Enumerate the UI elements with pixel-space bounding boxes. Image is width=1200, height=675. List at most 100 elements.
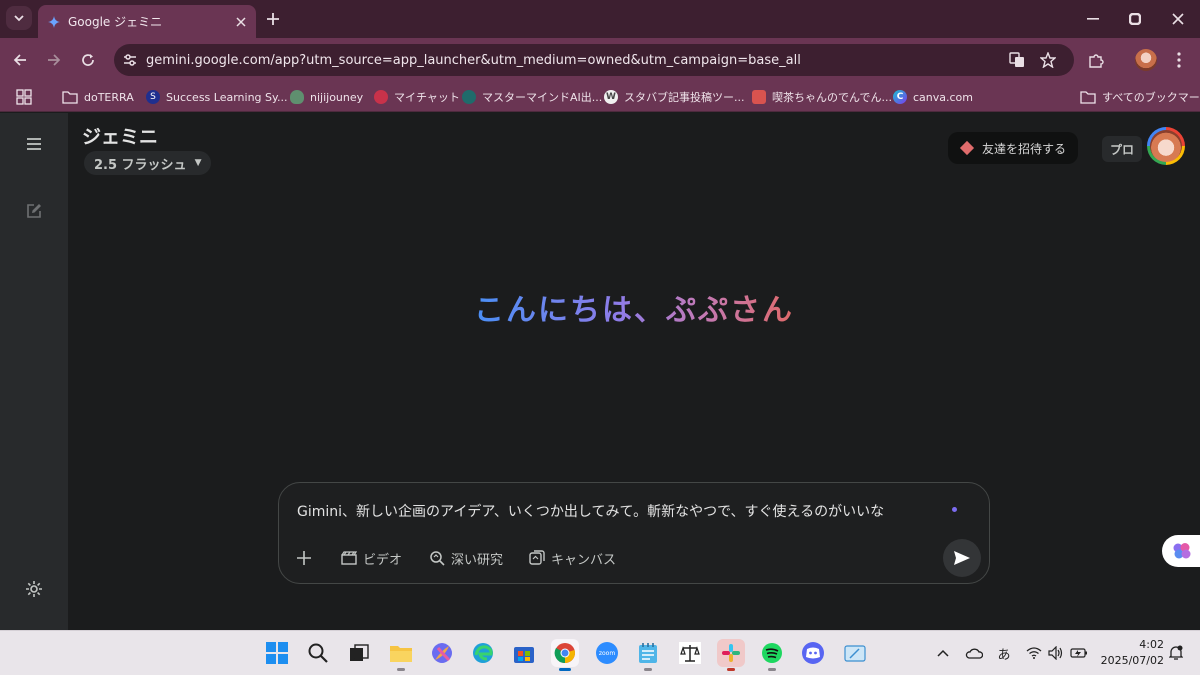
- extensions-button[interactable]: [1085, 49, 1107, 71]
- video-clapper-icon: [341, 551, 357, 565]
- caret-down-icon: ▼: [194, 158, 202, 168]
- reload-icon: [82, 54, 94, 66]
- speaker-icon: [1048, 646, 1063, 660]
- puzzle-icon: [1089, 54, 1104, 68]
- battery-button[interactable]: [1068, 643, 1090, 663]
- svg-text:zoom: zoom: [599, 650, 615, 657]
- bookmark-my-chat[interactable]: マイチャット: [374, 87, 460, 107]
- ime-indicator[interactable]: あ: [993, 643, 1015, 663]
- tax-app-button[interactable]: [676, 639, 704, 667]
- back-button[interactable]: [8, 48, 32, 72]
- profile-button[interactable]: [1135, 49, 1157, 71]
- bookmark-label: 喫茶ちゃんのでんでん...: [772, 91, 892, 104]
- task-view-button[interactable]: [345, 639, 373, 667]
- url-text: gemini.google.com/app?utm_source=app_lau…: [146, 52, 801, 68]
- close-icon: [1172, 13, 1184, 25]
- running-indicator: [727, 668, 735, 671]
- all-bookmarks-folder[interactable]: すべてのブックマーク: [1080, 87, 1200, 107]
- spotify-button[interactable]: [758, 639, 786, 671]
- snipping-icon: [844, 645, 866, 662]
- clock-date: 2025/07/02: [1100, 654, 1164, 667]
- taskbar-search-button[interactable]: [304, 639, 332, 667]
- account-avatar[interactable]: [1147, 127, 1185, 165]
- site-settings-icon[interactable]: [122, 52, 138, 68]
- more-vertical-icon: [1177, 52, 1181, 68]
- apps-grid-button[interactable]: [16, 87, 32, 107]
- active-indicator: [559, 668, 571, 671]
- minimize-icon: [1087, 18, 1099, 20]
- bookmark-label: canva.com: [913, 90, 974, 104]
- greeting: こんにちは、ぷぷさん: [68, 285, 1200, 329]
- pro-badge[interactable]: プロ: [1102, 136, 1142, 162]
- cafe-icon: [752, 90, 766, 104]
- forward-button[interactable]: [42, 48, 66, 72]
- start-button[interactable]: [263, 639, 291, 667]
- menu-icon: [27, 138, 41, 150]
- arrow-right-icon: [48, 54, 61, 66]
- edge-button[interactable]: [469, 639, 497, 667]
- canvas-label: キャンバス: [551, 552, 617, 568]
- typing-indicator-dot: [952, 507, 957, 512]
- restore-button[interactable]: [1120, 6, 1150, 32]
- tab-gemini[interactable]: Google ジェミニ: [38, 5, 256, 38]
- nijijourney-icon: [290, 90, 304, 104]
- video-tool-button[interactable]: ビデオ: [341, 547, 402, 569]
- floating-extension-button[interactable]: [1162, 535, 1200, 567]
- file-explorer-button[interactable]: [387, 639, 415, 671]
- bookmark-label: Success Learning Sy...: [166, 90, 288, 104]
- close-icon[interactable]: [236, 16, 246, 27]
- wifi-button[interactable]: [1024, 643, 1044, 663]
- apps-grid-icon: [16, 89, 32, 105]
- taskbar-clock[interactable]: 4:02 2025/07/02: [1098, 637, 1164, 669]
- discord-button[interactable]: [799, 639, 827, 667]
- bookmark-success-learning[interactable]: S Success Learning Sy...: [146, 87, 287, 107]
- volume-button[interactable]: [1046, 643, 1066, 663]
- address-bar[interactable]: gemini.google.com/app?utm_source=app_lau…: [114, 44, 1074, 76]
- translate-button[interactable]: [1008, 51, 1026, 69]
- bookmark-cafe[interactable]: 喫茶ちゃんのでんでん...: [752, 87, 892, 107]
- prompt-composer[interactable]: Gimini、新しい企画のアイデア、いくつか出してみて。斬新なやつで、すぐ使える…: [278, 482, 990, 584]
- close-window-button[interactable]: [1163, 6, 1193, 32]
- settings-button[interactable]: [22, 577, 46, 601]
- canvas-icon: [529, 550, 545, 565]
- tab-search-button[interactable]: [6, 6, 32, 30]
- minimize-button[interactable]: [1078, 6, 1108, 32]
- show-hidden-icons-button[interactable]: [934, 643, 952, 663]
- sidebar: [0, 113, 68, 630]
- bookmark-nijijourney[interactable]: nijijouney: [290, 87, 363, 107]
- bookmark-star-button[interactable]: [1039, 51, 1057, 69]
- bookmark-doterra[interactable]: doTERRA: [62, 87, 134, 107]
- prompt-input[interactable]: Gimini、新しい企画のアイデア、いくつか出してみて。斬新なやつで、すぐ使える…: [297, 501, 884, 521]
- browser-menu-button[interactable]: [1168, 49, 1190, 71]
- invite-friends-button[interactable]: 友達を招待する: [948, 132, 1078, 164]
- translate-icon: [1009, 52, 1024, 67]
- canva-icon: C: [893, 90, 907, 104]
- slack-button[interactable]: [717, 639, 745, 671]
- zoom-button[interactable]: zoom: [593, 639, 621, 667]
- new-chat-button[interactable]: [22, 199, 46, 223]
- greeting-text: こんにちは、ぷぷさん: [474, 293, 794, 328]
- snipping-tool-button[interactable]: [841, 639, 869, 667]
- notification-button[interactable]: [1166, 643, 1186, 663]
- onedrive-button[interactable]: [962, 643, 986, 663]
- edit-icon: [27, 204, 41, 218]
- deep-research-button[interactable]: 深い研究: [429, 547, 503, 569]
- bookmark-mastermind[interactable]: マスターマインドAI出...: [462, 87, 602, 107]
- notepad-button[interactable]: [634, 639, 662, 671]
- tab-strip: Google ジェミニ: [0, 0, 1200, 38]
- reload-button[interactable]: [76, 48, 100, 72]
- send-button[interactable]: [943, 539, 981, 577]
- add-attachment-button[interactable]: [297, 547, 317, 569]
- model-label: 2.5 フラッシュ: [94, 157, 187, 173]
- bookmark-canva[interactable]: C canva.com: [893, 87, 973, 107]
- store-button[interactable]: [510, 639, 538, 667]
- new-tab-button[interactable]: [262, 8, 284, 30]
- s-logo-icon: S: [146, 90, 160, 104]
- chrome-button[interactable]: [551, 639, 579, 671]
- model-selector[interactable]: 2.5 フラッシュ ▼: [84, 151, 212, 175]
- bookmark-wordpress[interactable]: W スタバブ記事投稿ツー...: [604, 87, 745, 107]
- tab-title: Google ジェミニ: [68, 15, 163, 29]
- copilot-button[interactable]: [428, 639, 456, 667]
- canvas-tool-button[interactable]: キャンバス: [529, 547, 616, 569]
- menu-button[interactable]: [22, 132, 46, 156]
